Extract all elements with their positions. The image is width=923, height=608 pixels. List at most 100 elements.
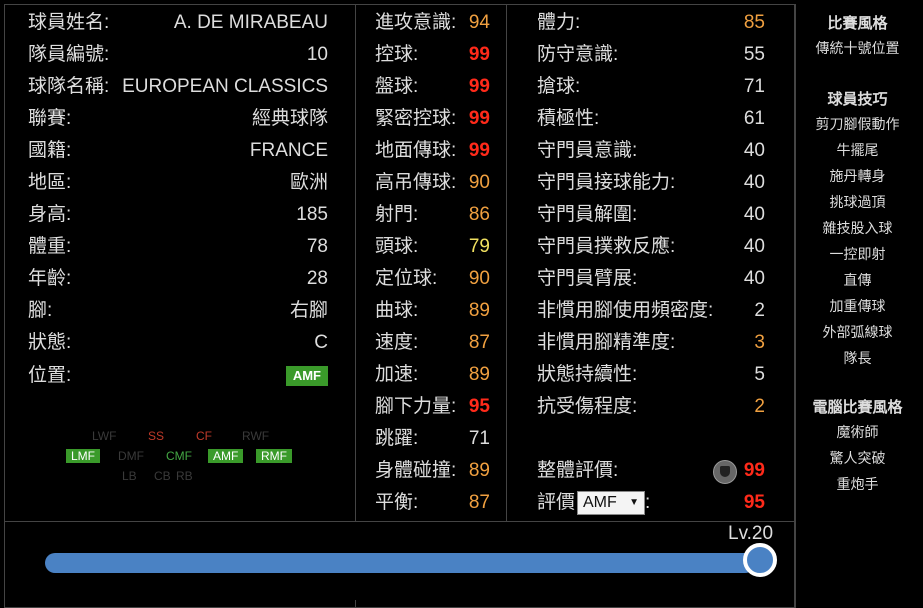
attribute-value: 61 bbox=[743, 108, 765, 129]
profile-value: FRANCE bbox=[249, 140, 328, 161]
attribute-label: 積極性: bbox=[537, 108, 600, 129]
attribute-label: 狀態持續性: bbox=[537, 364, 638, 385]
attribute-row: 守門員意識: 40 bbox=[537, 135, 765, 167]
attribute-value: 40 bbox=[743, 140, 765, 161]
ai-style-item: 重炮手 bbox=[836, 476, 879, 492]
attribute-label: 守門員撲救反應: bbox=[537, 236, 676, 257]
attribute-row: 積極性: 61 bbox=[537, 103, 765, 135]
pos-cmf: CMF bbox=[166, 449, 192, 463]
profile-row-position: 位置: AMF bbox=[28, 360, 328, 392]
attribute-value: 87 bbox=[468, 492, 490, 513]
play-style-title: 比賽風格 bbox=[827, 15, 888, 32]
attribute-value: 89 bbox=[468, 460, 490, 481]
pos-amf: AMF bbox=[208, 449, 244, 463]
attribute-row: 防守意識: 55 bbox=[537, 39, 765, 71]
attribute-row: 曲球: 89 bbox=[375, 295, 490, 327]
attribute-row: 射門: 86 bbox=[375, 199, 490, 231]
attribute-row: 緊密控球: 99 bbox=[375, 103, 490, 135]
pos-cf: CF bbox=[196, 429, 212, 443]
level-label: Lv.20 bbox=[728, 523, 774, 544]
attribute-label: 非慣用腳精準度: bbox=[537, 332, 676, 353]
attribute-row: 進攻意識: 94 bbox=[375, 7, 490, 39]
position-map: LWF SS CF RWF LMF DMF CMF AMF RMF LB CB … bbox=[62, 425, 332, 485]
rating-row: 評價 95 bbox=[537, 487, 765, 519]
profile-row: 狀態: C bbox=[28, 327, 328, 359]
attribute-value: 40 bbox=[743, 204, 765, 225]
chevron-down-icon: ▼ bbox=[629, 497, 639, 508]
pos-dmf: DMF bbox=[118, 449, 144, 463]
pos-rwf: RWF bbox=[242, 429, 270, 443]
ai-style-title: 電腦比賽風格 bbox=[812, 399, 903, 416]
attribute-value: 40 bbox=[743, 236, 765, 257]
attribute-label: 平衡: bbox=[375, 492, 419, 513]
skill-item: 一控即射 bbox=[829, 246, 886, 262]
attribute-row: 守門員解圍: 40 bbox=[537, 199, 765, 231]
attribute-label: 守門員臂展: bbox=[537, 268, 638, 289]
profile-label: 體重: bbox=[28, 236, 72, 257]
profile-row: 隊員編號: 10 bbox=[28, 39, 328, 71]
attribute-row: 盤球: 99 bbox=[375, 71, 490, 103]
level-slider-track[interactable] bbox=[45, 553, 755, 573]
ai-style-item: 魔術師 bbox=[836, 424, 879, 440]
attribute-label: 頭球: bbox=[375, 236, 419, 257]
attribute-label: 非慣用腳使用頻密度: bbox=[537, 300, 714, 321]
attribute-value: 85 bbox=[743, 12, 765, 33]
attribute-value: 5 bbox=[754, 364, 765, 385]
attribute-value: 2 bbox=[754, 300, 765, 321]
pos-rb: RB bbox=[176, 469, 193, 483]
profile-label: 國籍: bbox=[28, 140, 72, 161]
attribute-row: 跳躍: 71 bbox=[375, 423, 490, 455]
attribute-row: 腳下力量: 95 bbox=[375, 391, 490, 423]
profile-label: 狀態: bbox=[28, 332, 72, 353]
attribute-row: 搶球: 71 bbox=[537, 71, 765, 103]
pos-rmf: RMF bbox=[256, 449, 292, 463]
attribute-value: 94 bbox=[468, 12, 490, 33]
profile-label: 隊員編號: bbox=[28, 44, 110, 65]
profile-value: 右腳 bbox=[289, 300, 328, 321]
attribute-value: 2 bbox=[754, 396, 765, 417]
play-style-value: 傳統十號位置 bbox=[815, 40, 900, 56]
profile-row: 體重: 78 bbox=[28, 231, 328, 263]
skill-item: 挑球過頂 bbox=[829, 194, 886, 210]
attribute-row: 加速: 89 bbox=[375, 359, 490, 391]
skill-item: 外部弧線球 bbox=[822, 324, 893, 340]
attribute-row: 非慣用腳精準度: 3 bbox=[537, 327, 765, 359]
profile-value: 28 bbox=[306, 268, 328, 289]
attribute-row: 守門員臂展: 40 bbox=[537, 263, 765, 295]
attribute-value: 71 bbox=[468, 428, 490, 449]
skill-item: 隊長 bbox=[843, 350, 872, 366]
level-slider-thumb[interactable] bbox=[743, 543, 777, 577]
pos-lwf: LWF bbox=[92, 429, 117, 443]
attribute-value: 86 bbox=[468, 204, 490, 225]
attribute-value: 87 bbox=[468, 332, 490, 353]
profile-row: 腳: 右腳 bbox=[28, 295, 328, 327]
profile-label: 地區: bbox=[28, 172, 72, 193]
rating-position-select[interactable]: AMF ▼ bbox=[577, 491, 645, 515]
attribute-value: 95 bbox=[468, 396, 490, 417]
attribute-value: 40 bbox=[743, 172, 765, 193]
divider-col2 bbox=[506, 4, 507, 521]
attribute-row: 頭球: 79 bbox=[375, 231, 490, 263]
attribute-row: 體力: 85 bbox=[537, 7, 765, 39]
attribute-label: 控球: bbox=[375, 44, 419, 65]
attribute-label: 守門員意識: bbox=[537, 140, 638, 161]
profile-row: 球員姓名: A. DE MIRABEAU bbox=[28, 7, 328, 39]
attribute-row: 守門員撲救反應: 40 bbox=[537, 231, 765, 263]
attribute-value: 99 bbox=[468, 44, 490, 65]
profile-row: 國籍: FRANCE bbox=[28, 135, 328, 167]
attribute-label: 防守意識: bbox=[537, 44, 619, 65]
attribute-value: 89 bbox=[468, 300, 490, 321]
position-label: 位置: bbox=[28, 365, 72, 386]
attribute-label: 進攻意識: bbox=[375, 12, 457, 33]
attribute-label: 體力: bbox=[537, 12, 581, 33]
attribute-label: 高吊傳球: bbox=[375, 172, 457, 193]
skill-item: 直傳 bbox=[843, 272, 872, 288]
profile-label: 球員姓名: bbox=[28, 12, 110, 33]
pos-ss: SS bbox=[148, 429, 165, 443]
attribute-label: 定位球: bbox=[375, 268, 438, 289]
pos-lmf: LMF bbox=[66, 449, 100, 463]
profile-value: 經典球隊 bbox=[251, 108, 328, 129]
attribute-label: 盤球: bbox=[375, 76, 419, 97]
attribute-label: 抗受傷程度: bbox=[537, 396, 638, 417]
attribute-label: 速度: bbox=[375, 332, 419, 353]
